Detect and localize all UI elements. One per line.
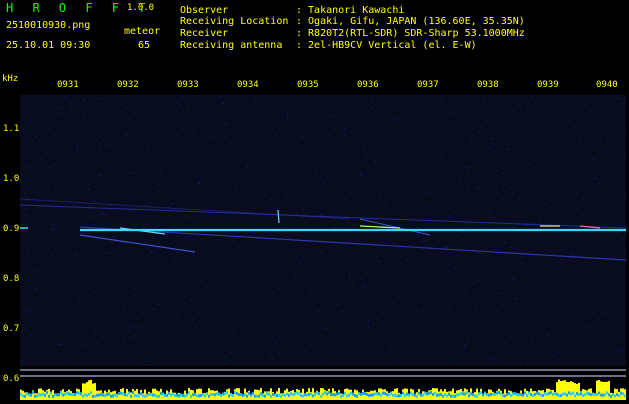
x-tick: 0935 <box>297 81 319 90</box>
meteor-count: 65 <box>138 41 150 51</box>
histogram-canvas <box>20 378 626 400</box>
x-tick: 0933 <box>177 81 199 90</box>
y-tick: 0.6 <box>3 375 19 384</box>
meteor-label: meteor <box>124 27 160 37</box>
observer-value: : Takanori Kawachi <box>296 6 404 16</box>
drift-trace <box>80 227 626 260</box>
header-panel: H R O F F T 1.0.0 2510010930.png 25.10.0… <box>0 0 629 60</box>
y-tick: 0.9 <box>3 225 19 234</box>
spectrogram-plot <box>20 95 626 366</box>
x-tick: 0931 <box>57 81 79 90</box>
location-value: : Ogaki, Gifu, JAPAN (136.60E, 35.35N) <box>296 17 525 27</box>
filename-label: 2510010930.png <box>6 21 90 31</box>
antenna-label: Receiving antenna <box>180 41 282 51</box>
y-tick: 0.8 <box>3 275 19 284</box>
location-label: Receiving Location <box>180 17 288 27</box>
spectrogram-canvas <box>20 95 626 366</box>
y-tick: 1.1 <box>3 125 19 134</box>
app-version: 1.0.0 <box>127 4 154 13</box>
meteor-echo <box>278 210 279 223</box>
x-tick: 0940 <box>596 81 618 90</box>
x-tick: 0934 <box>237 81 259 90</box>
drift-trace <box>20 205 626 228</box>
x-tick: 0938 <box>477 81 499 90</box>
x-tick: 0932 <box>117 81 139 90</box>
antenna-value: : 2el-HB9CV Vertical (el. E-W) <box>296 41 477 51</box>
timestamp-label: 25.10.01 09:30 <box>6 41 90 51</box>
x-tick: 0939 <box>537 81 559 90</box>
y-tick: 0.7 <box>3 325 19 334</box>
y-axis-unit: kHz <box>2 75 18 84</box>
observer-label: Observer <box>180 6 228 16</box>
receiver-value: : R820T2(RTL-SDR) SDR-Sharp 53.1000MHz <box>296 29 525 39</box>
y-tick: 1.0 <box>3 175 19 184</box>
meteor-echo <box>80 235 195 252</box>
activity-histogram <box>20 378 626 400</box>
x-tick: 0936 <box>357 81 379 90</box>
separator-lines <box>20 368 626 378</box>
receiver-label: Receiver <box>180 29 228 39</box>
x-tick: 0937 <box>417 81 439 90</box>
